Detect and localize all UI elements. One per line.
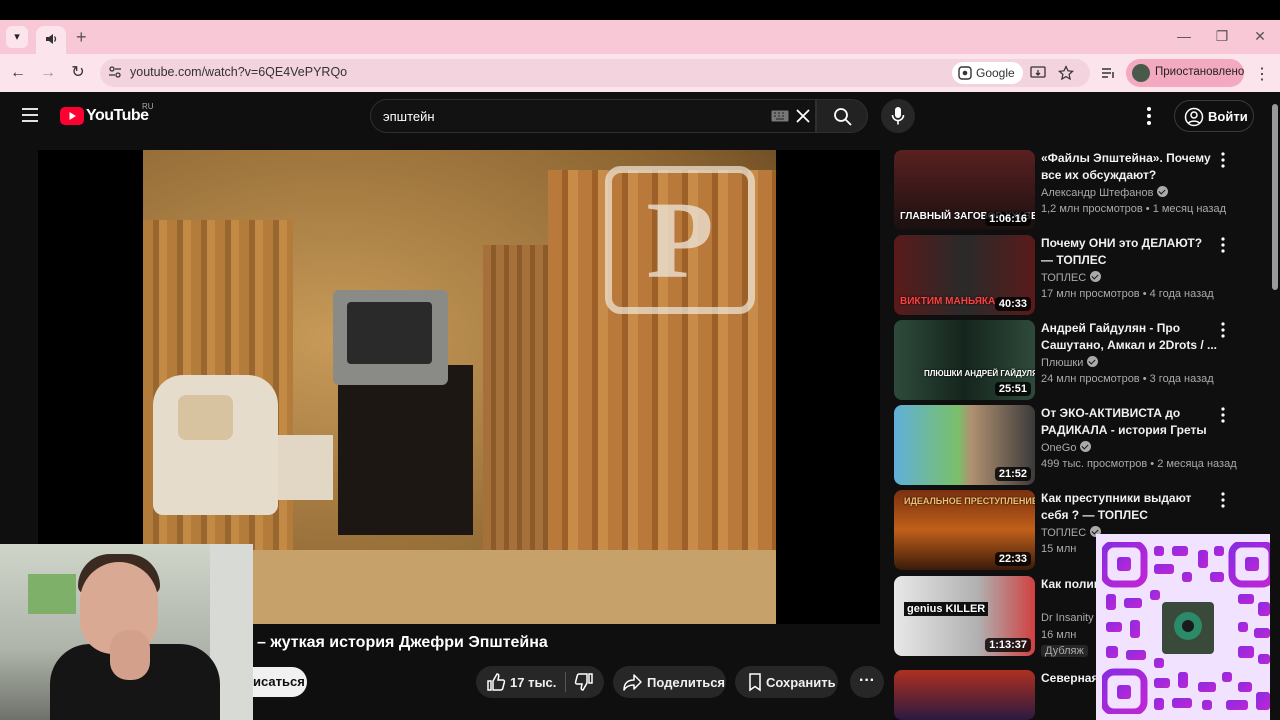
rec-menu-icon[interactable] <box>1220 492 1226 508</box>
rec-channel[interactable]: Плюшки <box>1041 356 1099 369</box>
browser-tab[interactable] <box>36 26 66 54</box>
list-item[interactable]: ПЛЮШКИ АНДРЕЙ ГАЙДУЛЯН 25:51 Андрей Гайд… <box>894 320 1254 400</box>
search-button[interactable] <box>816 99 868 133</box>
search-input[interactable]: эпштейн <box>370 99 816 133</box>
account-icon <box>1184 107 1204 127</box>
close-window-button[interactable]: ✕ <box>1250 28 1270 45</box>
video-thumbnail[interactable]: 21:52 <box>894 405 1035 485</box>
bookmark-icon <box>749 673 761 692</box>
duration-badge: 25:51 <box>994 382 1031 396</box>
url-text[interactable]: youtube.com/watch?v=6QE4VePYRQo <box>130 65 347 79</box>
verified-icon <box>1157 186 1169 197</box>
site-info-icon[interactable] <box>108 65 122 79</box>
chrome-menu-icon[interactable]: ⋮ <box>1254 64 1270 84</box>
share-button[interactable]: Поделиться <box>613 666 726 698</box>
rec-channel[interactable]: Александр Штефанов <box>1041 186 1169 199</box>
rec-channel[interactable]: ТОПЛЕС <box>1041 526 1102 539</box>
verified-icon <box>1090 271 1102 282</box>
video-thumbnail[interactable]: ВИКТИМ МАНЬЯКА 40:33 <box>894 235 1035 315</box>
rec-title[interactable]: «Файлы Эпштейна». Почему все их обсуждаю… <box>1041 150 1217 184</box>
video-thumbnail[interactable]: ПЛЮШКИ АНДРЕЙ ГАЙДУЛЯН 25:51 <box>894 320 1035 400</box>
rec-meta: 17 млн просмотров • 4 года назад <box>1041 288 1214 300</box>
rec-menu-icon[interactable] <box>1220 237 1226 253</box>
back-button[interactable]: ← <box>7 62 29 84</box>
rec-menu-icon[interactable] <box>1220 152 1226 168</box>
rec-meta: 1,2 млн просмотров • 1 месяц назад <box>1041 203 1227 215</box>
verified-icon <box>1087 356 1099 367</box>
video-thumbnail[interactable]: ГЛАВНЫЙ ЗАГОВОР XXI ВЕКА 1:06:16 <box>894 150 1035 230</box>
tab-strip: ▾ + — ❐ ✕ <box>0 20 1280 54</box>
address-bar-row: ← → ↻ youtube.com/watch?v=6QE4VePYRQo Go… <box>0 54 1280 92</box>
duration-badge: 21:52 <box>994 467 1031 481</box>
qr-code-overlay <box>1096 534 1280 720</box>
bookmark-star-icon[interactable] <box>1058 65 1074 81</box>
clear-search-icon[interactable] <box>795 108 811 124</box>
thumbs-up-icon <box>487 673 506 691</box>
reload-button[interactable]: ↻ <box>67 62 89 84</box>
rec-menu-icon[interactable] <box>1220 322 1226 338</box>
rec-meta: 24 млн просмотров • 3 года назад <box>1041 373 1214 385</box>
microphone-icon <box>891 107 905 125</box>
list-item[interactable]: 21:52 От ЭКО-АКТИВИСТА до РАДИКАЛА - ист… <box>894 405 1254 485</box>
share-icon <box>623 674 642 691</box>
rec-channel[interactable]: OneGo <box>1041 441 1092 454</box>
rec-meta: 15 млн <box>1041 543 1077 555</box>
video-watermark: P <box>605 166 755 314</box>
rec-channel[interactable]: ТОПЛЕС <box>1041 271 1102 284</box>
dubbed-badge: Дубляж <box>1041 645 1088 657</box>
rec-meta: 499 тыс. просмотров • 2 месяца назад <box>1041 458 1237 470</box>
rec-title[interactable]: От ЭКО-АКТИВИСТА до РАДИКАЛА - история Г… <box>1041 405 1217 439</box>
video-thumbnail[interactable]: ИДЕАЛЬНОЕ ПРЕСТУПЛЕНИЕ 22:33 <box>894 490 1035 570</box>
rec-meta: 16 млн <box>1041 629 1077 641</box>
duration-badge: 1:06:16 <box>985 212 1031 226</box>
lens-icon <box>958 66 972 80</box>
settings-more-icon[interactable] <box>1146 106 1152 126</box>
like-dislike-group: 17 тыс. <box>476 666 604 698</box>
tab-search-dropdown[interactable]: ▾ <box>6 26 28 48</box>
hamburger-menu-icon[interactable] <box>22 108 38 122</box>
video-thumbnail[interactable]: genius KILLER 1:13:37 <box>894 576 1035 656</box>
like-button[interactable]: 17 тыс. <box>476 666 564 698</box>
search-icon <box>834 108 852 126</box>
youtube-play-icon <box>60 107 84 125</box>
page-scrollbar[interactable] <box>1270 92 1280 720</box>
youtube-header: YouTube RU эпштейн Войти <box>0 92 1270 140</box>
keyboard-icon[interactable] <box>771 110 789 122</box>
video-title: – жуткая история Джефри Эпштейна <box>257 634 548 651</box>
video-thumbnail[interactable] <box>894 670 1035 720</box>
install-app-icon[interactable] <box>1030 65 1046 81</box>
more-actions-button[interactable]: ··· <box>850 666 884 698</box>
duration-badge: 40:33 <box>994 297 1031 311</box>
omnibox[interactable]: youtube.com/watch?v=6QE4VePYRQo Google <box>100 59 1090 87</box>
rec-menu-icon[interactable] <box>1220 407 1226 423</box>
forward-button[interactable]: → <box>37 62 59 84</box>
verified-icon <box>1080 441 1092 452</box>
voice-search-button[interactable] <box>881 99 915 133</box>
save-button[interactable]: Сохранить <box>735 666 838 698</box>
rec-title[interactable]: Как преступники выдают себя ? — ТОПЛЕС <box>1041 490 1217 524</box>
os-top-strip <box>0 0 1280 20</box>
list-item[interactable]: ГЛАВНЫЙ ЗАГОВОР XXI ВЕКА 1:06:16 «Файлы … <box>894 150 1254 230</box>
webcam-overlay <box>0 544 253 720</box>
rec-title[interactable]: Андрей Гайдулян - Про Сашутано, Амкал и … <box>1041 320 1217 354</box>
rec-channel[interactable]: Dr Insanity <box>1041 612 1094 624</box>
sign-in-button[interactable]: Войти <box>1174 100 1254 132</box>
subscribe-button[interactable]: исаться <box>253 667 307 697</box>
minimize-button[interactable]: — <box>1174 28 1194 44</box>
avatar <box>1132 64 1150 82</box>
new-tab-button[interactable]: + <box>76 26 87 48</box>
profile-button[interactable]: Приостановлено <box>1126 59 1244 87</box>
google-lens-chip[interactable]: Google <box>952 62 1023 84</box>
media-control-icon[interactable] <box>1100 65 1116 81</box>
rec-title[interactable]: Почему ОНИ это ДЕЛАЮТ? — ТОПЛЕС <box>1041 235 1217 269</box>
duration-badge: 1:13:37 <box>985 638 1031 652</box>
speaker-icon <box>46 34 57 44</box>
qr-code-icon <box>1102 542 1274 714</box>
thumbs-down-icon <box>574 673 593 691</box>
dislike-button[interactable] <box>566 666 604 698</box>
restore-button[interactable]: ❐ <box>1212 28 1232 45</box>
list-item[interactable]: ВИКТИМ МАНЬЯКА 40:33 Почему ОНИ это ДЕЛА… <box>894 235 1254 315</box>
duration-badge: 22:33 <box>994 552 1031 566</box>
